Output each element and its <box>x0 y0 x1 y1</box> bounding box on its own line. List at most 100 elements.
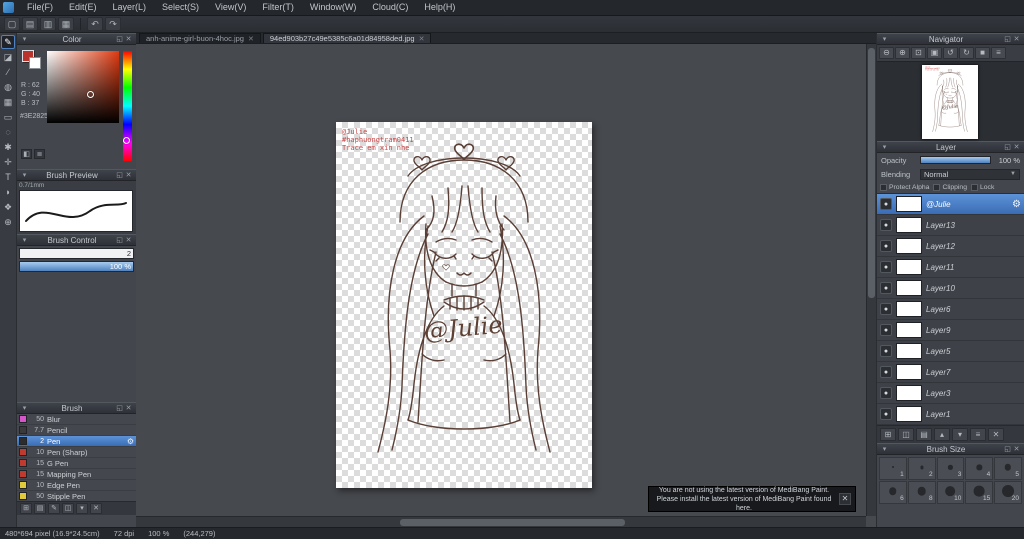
panel-menu-icon[interactable]: ▾ <box>20 35 29 44</box>
menu-help[interactable]: Help(H) <box>417 0 462 15</box>
pencil-tool[interactable]: ∕ <box>1 65 15 79</box>
brush-size-cell[interactable]: 2 <box>907 457 936 480</box>
layer-row[interactable]: ● Layer1 <box>877 404 1024 425</box>
open-icon[interactable]: ▤ <box>22 17 38 31</box>
menu-file[interactable]: File(F) <box>20 0 60 15</box>
close-panel-icon[interactable]: ✕ <box>124 35 133 44</box>
checkbox-box[interactable] <box>933 183 941 191</box>
brush-size-cell[interactable]: 10 <box>936 481 965 504</box>
duplicate-layer-icon[interactable]: ◫ <box>898 428 914 441</box>
rotate-left-icon[interactable]: ↺ <box>943 47 958 59</box>
save-icon[interactable]: ▥ <box>40 17 56 31</box>
delete-brush-icon[interactable]: ✕ <box>90 503 102 514</box>
horizontal-scrollbar-thumb[interactable] <box>400 519 625 526</box>
layer-visibility-eye-icon[interactable]: ● <box>880 366 892 378</box>
undo-icon[interactable]: ↶ <box>87 17 103 31</box>
panel-menu-icon[interactable]: ▾ <box>20 404 29 413</box>
background-color-swatch[interactable] <box>29 57 41 69</box>
eraser-tool[interactable]: ◪ <box>1 50 15 64</box>
duplicate-brush-icon[interactable]: ◫ <box>62 503 74 514</box>
detach-panel-icon[interactable]: ◱ <box>1003 445 1012 454</box>
layer-visibility-eye-icon[interactable]: ● <box>880 408 892 420</box>
brush-size-cell[interactable]: 4 <box>965 457 994 480</box>
checkbox-box[interactable] <box>880 183 887 191</box>
layer-row[interactable]: ● Layer5 <box>877 341 1024 362</box>
document-tab[interactable]: 94ed903b27c49e5385c6a01d84958ded.jpg ✕ <box>262 33 432 43</box>
layer-visibility-eye-icon[interactable]: ● <box>880 282 892 294</box>
hue-slider[interactable] <box>123 51 132 161</box>
brush-size-cell[interactable]: 1 <box>879 457 907 480</box>
gradient-tool[interactable]: ▦ <box>1 95 15 109</box>
vertical-scrollbar-thumb[interactable] <box>868 48 875 298</box>
menu-window[interactable]: Window(W) <box>303 0 364 15</box>
close-panel-icon[interactable]: ✕ <box>124 404 133 413</box>
actual-pixels-icon[interactable]: ▣ <box>927 47 942 59</box>
layer-row[interactable]: ● Layer10 <box>877 278 1024 299</box>
zoom-in-icon[interactable]: ⊕ <box>895 47 910 59</box>
close-panel-icon[interactable]: ✕ <box>124 171 133 180</box>
brush-folder-icon[interactable]: ▤ <box>34 503 46 514</box>
layer-row[interactable]: ● Layer13 <box>877 215 1024 236</box>
lasso-tool[interactable]: ◌ <box>1 125 15 139</box>
zoom-tool[interactable]: ⊕ <box>1 215 15 229</box>
brush-item[interactable]: 10 Pen (Sharp) <box>17 447 136 458</box>
brush-item[interactable]: 10 Edge Pen <box>17 480 136 491</box>
blending-dropdown[interactable]: Normal ▼ <box>920 168 1020 180</box>
delete-layer-icon[interactable]: ✕ <box>988 428 1004 441</box>
checkbox-lock[interactable]: Lock <box>971 183 994 191</box>
detach-panel-icon[interactable]: ◱ <box>115 35 124 44</box>
merge-layer-icon[interactable]: ≡ <box>970 428 986 441</box>
edit-brush-icon[interactable]: ✎ <box>48 503 60 514</box>
eyedropper-tool[interactable]: ◗ <box>1 185 15 199</box>
detach-panel-icon[interactable]: ◱ <box>1003 35 1012 44</box>
close-panel-icon[interactable]: ✕ <box>1012 445 1021 454</box>
layer-visibility-eye-icon[interactable]: ● <box>880 387 892 399</box>
menu-view[interactable]: View(V) <box>208 0 253 15</box>
brush-size-cell[interactable]: 20 <box>994 481 1022 504</box>
rotate-right-icon[interactable]: ↻ <box>959 47 974 59</box>
add-layer-icon[interactable]: ⊞ <box>880 428 896 441</box>
brush-size-cell[interactable]: 6 <box>879 481 907 504</box>
vertical-scrollbar[interactable] <box>866 44 876 516</box>
brush-tool[interactable]: ✎ <box>1 35 15 49</box>
brush-item[interactable]: 7.7 Pencil <box>17 425 136 436</box>
notification-close-icon[interactable]: ✕ <box>839 493 851 505</box>
layer-visibility-eye-icon[interactable]: ● <box>880 219 892 231</box>
canvas[interactable]: @Julie #haphuongtram0411 Trace em xin nh… <box>336 122 592 488</box>
close-panel-icon[interactable]: ✕ <box>1012 143 1021 152</box>
layer-row[interactable]: ● Layer12 <box>877 236 1024 257</box>
menu-icon[interactable]: ≡ <box>991 47 1006 59</box>
layer-visibility-eye-icon[interactable]: ● <box>880 240 892 252</box>
redo-icon[interactable]: ↷ <box>105 17 121 31</box>
saturation-value-picker[interactable] <box>47 51 119 123</box>
canvas-settings-icon[interactable]: ▦ <box>58 17 74 31</box>
layer-row[interactable]: ● Layer9 <box>877 320 1024 341</box>
panel-menu-icon[interactable]: ▾ <box>20 236 29 245</box>
brush-item[interactable]: 15 Mapping Pen <box>17 469 136 480</box>
detach-panel-icon[interactable]: ◱ <box>1003 143 1012 152</box>
detach-panel-icon[interactable]: ◱ <box>115 171 124 180</box>
navigator-thumbnail[interactable] <box>922 65 978 139</box>
close-panel-icon[interactable]: ✕ <box>124 236 133 245</box>
checkbox-clipping[interactable]: Clipping <box>933 183 967 191</box>
menu-select[interactable]: Select(S) <box>155 0 206 15</box>
magic-wand-tool[interactable]: ✱ <box>1 140 15 154</box>
menu-edit[interactable]: Edit(E) <box>62 0 104 15</box>
brush-opacity-slider[interactable]: 100 % <box>19 261 134 272</box>
tab-close-icon[interactable]: ✕ <box>248 35 254 43</box>
zoom-out-icon[interactable]: ⊖ <box>879 47 894 59</box>
brush-size-cell[interactable]: 3 <box>936 457 965 480</box>
new-file-icon[interactable]: ▢ <box>4 17 20 31</box>
layer-visibility-eye-icon[interactable]: ● <box>880 198 892 210</box>
panel-menu-icon[interactable]: ▾ <box>20 171 29 180</box>
move-down-icon[interactable]: ▾ <box>952 428 968 441</box>
panel-menu-icon[interactable]: ▾ <box>880 35 889 44</box>
checkbox-protect-alpha[interactable]: Protect Alpha <box>880 183 929 191</box>
close-panel-icon[interactable]: ✕ <box>1012 35 1021 44</box>
layer-visibility-eye-icon[interactable]: ● <box>880 345 892 357</box>
move-up-icon[interactable]: ▴ <box>934 428 950 441</box>
layer-settings-gear-icon[interactable]: ⚙ <box>1012 199 1021 210</box>
hand-tool[interactable]: ❖ <box>1 200 15 214</box>
layer-visibility-eye-icon[interactable]: ● <box>880 261 892 273</box>
horizontal-scrollbar[interactable] <box>136 516 866 527</box>
